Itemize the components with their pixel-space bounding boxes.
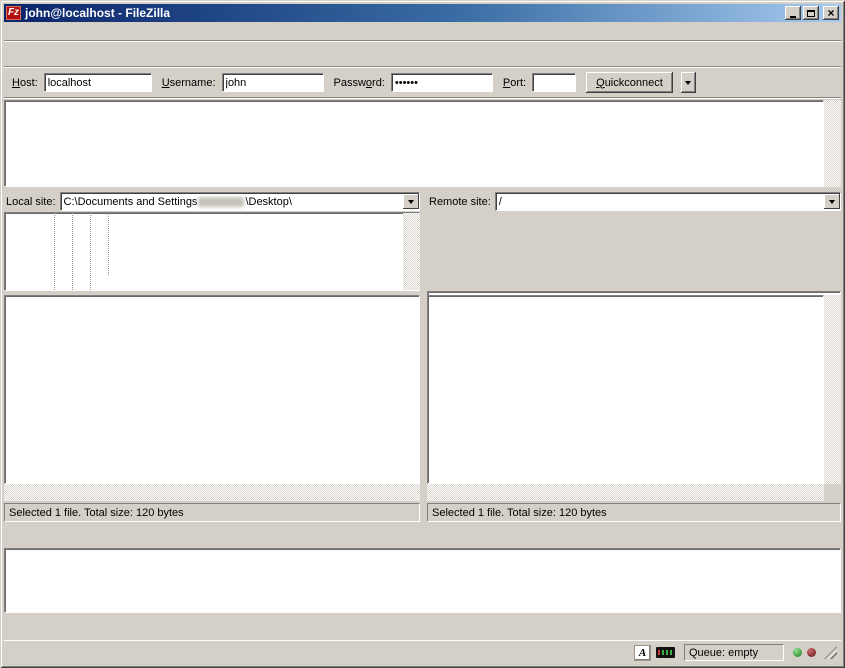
local-selection-status-text: Selected 1 file. Total size: 120 bytes: [9, 507, 184, 519]
remote-site-dropdown[interactable]: [824, 194, 840, 209]
minimize-button[interactable]: [785, 6, 801, 20]
port-label: Port:: [503, 77, 526, 89]
redacted-username: [198, 197, 244, 207]
local-site-dropdown[interactable]: [403, 194, 419, 209]
local-list-header: [5, 296, 419, 314]
scrollbar-corner: [824, 484, 841, 501]
password-label: Password:: [334, 77, 385, 89]
host-input[interactable]: [44, 73, 152, 92]
remote-list-vscrollbar[interactable]: [824, 295, 841, 484]
close-button[interactable]: ×: [823, 6, 839, 20]
message-log: [4, 100, 824, 187]
title-bar[interactable]: Fz john@localhost - FileZilla ×: [4, 4, 841, 22]
remote-selection-status: Selected 1 file. Total size: 120 bytes: [427, 503, 841, 522]
quickconnect-button[interactable]: Quickconnect: [586, 72, 673, 93]
tree-guide-line: [90, 213, 91, 291]
local-directory-tree: [4, 212, 420, 291]
queue-tabs: [4, 616, 841, 637]
username-input[interactable]: [222, 73, 324, 92]
minimize-icon: [790, 16, 796, 18]
maximize-button[interactable]: [803, 6, 819, 20]
window-title: john@localhost - FileZilla: [25, 6, 785, 20]
local-selection-status: Selected 1 file. Total size: 120 bytes: [4, 503, 420, 522]
transfer-queue-body: [4, 548, 841, 613]
toolbar: [4, 42, 841, 67]
remote-selection-status-text: Selected 1 file. Total size: 120 bytes: [432, 507, 607, 519]
chevron-down-icon: [408, 200, 414, 204]
close-icon: ×: [827, 8, 834, 18]
port-input[interactable]: [532, 73, 576, 92]
tree-guide-line: [108, 213, 109, 275]
tree-guide-line: [54, 213, 55, 291]
local-site-bar: Local site: C:\Documents and Settings \De…: [4, 191, 420, 212]
data-type-indicator[interactable]: A: [634, 645, 651, 661]
remote-site-bar: Remote site: /: [427, 191, 841, 212]
local-file-list: [4, 295, 420, 484]
remote-file-list: [427, 295, 824, 484]
local-list-hscrollbar[interactable]: [4, 484, 420, 501]
local-site-label: Local site:: [6, 196, 56, 208]
menu-bar: [4, 22, 841, 40]
remote-list-header: [428, 296, 823, 314]
queue-size-box: Queue: empty: [684, 644, 784, 661]
status-bar: A Queue: empty: [4, 640, 841, 664]
local-tree-scrollbar[interactable]: [403, 213, 420, 290]
quickconnect-bar: Host: Username: Password: Port: Quickcon…: [4, 68, 841, 97]
remote-site-combobox[interactable]: /: [495, 192, 841, 211]
remote-site-label: Remote site:: [429, 196, 491, 208]
message-log-scrollbar[interactable]: [824, 100, 841, 187]
red-status-led-icon: [807, 648, 816, 657]
speed-limit-indicator-icon[interactable]: [656, 647, 675, 658]
filezilla-app-icon: Fz: [6, 6, 21, 20]
local-path-prefix: C:\Documents and Settings: [64, 196, 198, 208]
separator: [4, 97, 841, 99]
queue-size-text: Queue: empty: [689, 647, 758, 659]
username-label: Username:: [162, 77, 216, 89]
transfer-queue-header: [4, 530, 841, 548]
resize-grip[interactable]: [824, 646, 837, 659]
chevron-down-icon: [829, 200, 835, 204]
remote-path: /: [499, 196, 502, 208]
local-site-combobox[interactable]: C:\Documents and Settings \Desktop\: [60, 192, 420, 211]
maximize-icon: [807, 10, 815, 17]
password-input[interactable]: [391, 73, 493, 92]
local-path-suffix: \Desktop\: [245, 196, 291, 208]
filezilla-window: Fz john@localhost - FileZilla × Host: Us…: [0, 0, 845, 668]
chevron-down-icon: [685, 81, 691, 85]
host-label: Host:: [12, 77, 38, 89]
quickconnect-dropdown-button[interactable]: [681, 72, 696, 93]
tree-guide-line: [72, 213, 73, 291]
remote-list-hscrollbar[interactable]: [427, 484, 824, 501]
ascii-type-icon: A: [639, 647, 646, 659]
green-status-led-icon: [793, 648, 802, 657]
